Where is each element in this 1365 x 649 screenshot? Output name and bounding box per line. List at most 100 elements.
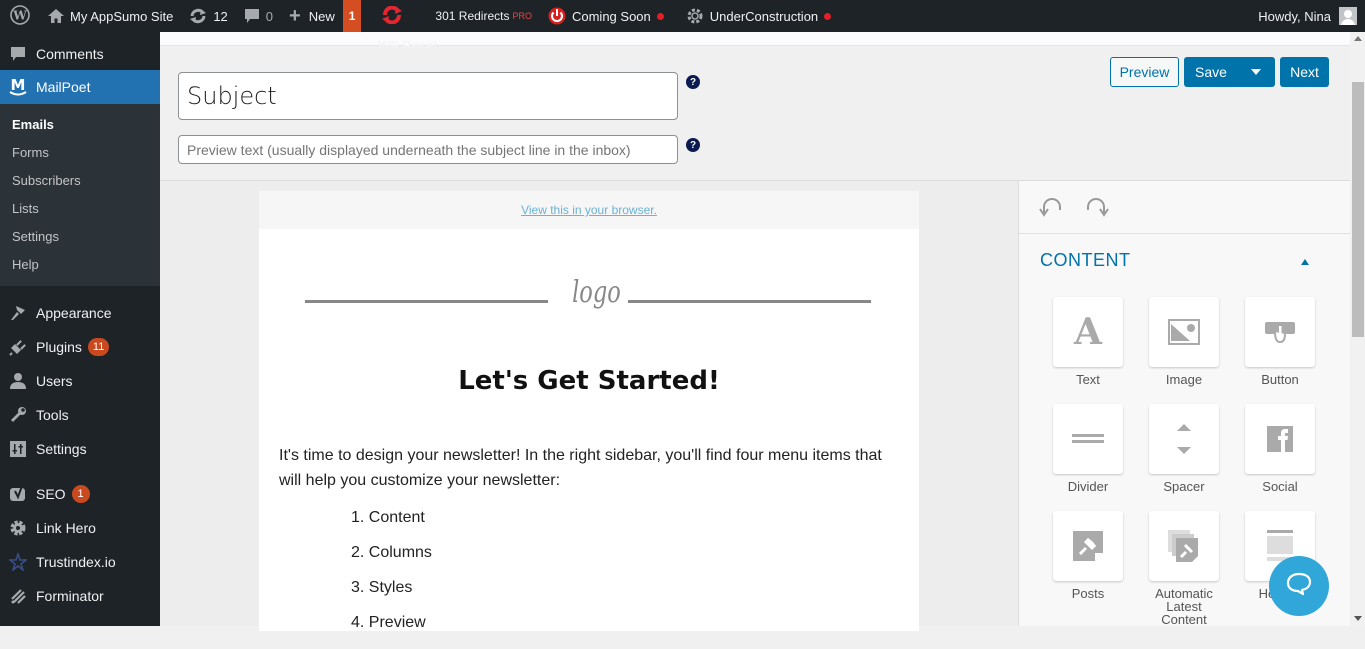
list-item: 1. Content [351, 509, 425, 526]
list-item: 3. Styles [351, 579, 413, 596]
facebook-icon [1245, 404, 1315, 474]
sidebar-item-comments[interactable]: Comments [0, 32, 160, 70]
sidebar-item-mailpoet[interactable]: M MailPoet [0, 70, 160, 104]
sync-icon [381, 5, 403, 27]
updates-link[interactable]: 12 [181, 0, 235, 32]
subject-input[interactable]: Subject [178, 72, 678, 120]
sidebar-item-label: Forminator [36, 588, 104, 604]
submenu-item-forms[interactable]: Forms [0, 138, 160, 166]
email-headline[interactable]: Let's Get Started! [259, 366, 919, 396]
scroll-down-icon[interactable] [1354, 616, 1362, 621]
sidebar-item-label: SEO [36, 486, 66, 502]
coming-soon-link[interactable]: Coming Soon [540, 0, 672, 32]
forminator-icon [8, 586, 28, 606]
sidebar-item-link-hero[interactable]: Link Hero [0, 511, 160, 545]
logo-block[interactable]: logo [259, 229, 919, 339]
sidebar-item-users[interactable]: Users [0, 364, 160, 398]
updates-icon [189, 8, 207, 24]
history-controls [1019, 181, 1350, 234]
save-button[interactable]: Save [1184, 57, 1275, 87]
sidebar-item-seo[interactable]: SEO 1 [0, 477, 160, 511]
coming-soon-label: Coming Soon [571, 8, 651, 24]
comments-link[interactable]: 0 [236, 0, 281, 32]
pro-badge: PRO [512, 11, 532, 21]
sidebar-item-label: MailPoet [36, 79, 91, 95]
view-in-browser-bar: View this in your browser. [259, 191, 919, 229]
updates-count: 12 [213, 8, 228, 24]
wordpress-icon: W [10, 4, 30, 28]
submenu-item-emails[interactable]: Emails [0, 110, 160, 138]
main-content: WP Reset Subject ? Preview text (usually… [160, 32, 1350, 631]
scroll-up-icon[interactable] [1354, 36, 1362, 41]
submenu-item-lists[interactable]: Lists [0, 194, 160, 222]
sidebar-item-plugins[interactable]: Plugins 11 [0, 330, 160, 364]
settings-icon [8, 439, 28, 459]
new-content-link[interactable]: + New [281, 0, 343, 32]
widget-label: Posts [1071, 586, 1105, 601]
widget-label: Image [1165, 372, 1203, 387]
widget-automatic-latest-content[interactable]: Automatic Latest Content [1148, 511, 1220, 626]
comments-count: 0 [265, 8, 274, 24]
wordpress-logo-button[interactable]: W [0, 0, 40, 32]
text-icon: A [1053, 297, 1123, 367]
preview-text-input[interactable]: Preview text (usually displayed undernea… [178, 135, 678, 164]
widget-posts[interactable]: Posts [1052, 511, 1124, 600]
help-chat-button[interactable] [1269, 556, 1329, 616]
sync-link[interactable] [361, 0, 421, 32]
view-in-browser-link[interactable]: View this in your browser. [521, 203, 657, 217]
content-section-header[interactable]: CONTENT [1019, 234, 1350, 286]
plugin-icon [8, 337, 28, 357]
redo-icon[interactable] [1085, 197, 1111, 218]
power-icon [548, 7, 566, 25]
sidebar-item-appearance[interactable]: Appearance [0, 296, 160, 330]
chat-bubble-icon [1286, 572, 1312, 601]
submenu-item-help[interactable]: Help [0, 250, 160, 278]
notification-count[interactable]: 1 [342, 0, 362, 32]
list-item: 2. Columns [351, 544, 432, 561]
widget-image[interactable]: Image [1148, 297, 1220, 386]
sidebar-item-trustindex[interactable]: Trustindex.io [0, 545, 160, 579]
plugins-update-badge: 11 [87, 338, 110, 356]
sidebar-item-label: Plugins [36, 339, 82, 355]
mailpoet-submenu: Emails Forms Subscribers Lists Settings … [0, 104, 160, 286]
redirects-label: 301 Redirects [435, 9, 510, 23]
chevron-down-icon[interactable] [1251, 69, 1261, 75]
content-section-title: CONTENT [1040, 250, 1131, 270]
widget-spacer[interactable]: Spacer [1148, 404, 1220, 493]
under-construction-link[interactable]: UnderConstruction [672, 0, 839, 32]
widget-label: Spacer [1163, 479, 1205, 494]
preview-help-icon[interactable]: ? [686, 138, 700, 152]
top-notice-strip: WP Reset [160, 32, 1350, 53]
email-intro-text[interactable]: It's time to design your newsletter! In … [279, 443, 899, 493]
widget-button[interactable]: Button [1244, 297, 1316, 386]
plus-icon: + [289, 4, 301, 27]
collapse-caret-icon[interactable] [1301, 259, 1309, 265]
site-name-link[interactable]: My AppSumo Site [40, 0, 181, 32]
undo-icon[interactable] [1039, 197, 1065, 218]
comment-icon [8, 44, 28, 64]
widget-divider[interactable]: Divider [1052, 404, 1124, 493]
my-account-link[interactable]: Howdy, Nina [1250, 0, 1365, 32]
preview-button[interactable]: Preview [1110, 57, 1179, 87]
widget-social[interactable]: Social [1244, 404, 1316, 493]
submenu-item-settings[interactable]: Settings [0, 222, 160, 250]
spacer-icon [1149, 404, 1219, 474]
newsletter-heading: Subject ? Preview text (usually displaye… [160, 47, 1350, 181]
svg-text:M: M [11, 77, 26, 94]
subject-help-icon[interactable]: ? [686, 75, 700, 89]
submenu-item-subscribers[interactable]: Subscribers [0, 166, 160, 194]
sidebar-item-label: Trustindex.io [36, 554, 116, 570]
new-label: New [308, 8, 335, 24]
widget-label: Text [1076, 372, 1100, 387]
widget-text[interactable]: A Text [1052, 297, 1124, 386]
next-button[interactable]: Next [1280, 57, 1329, 87]
scrollbar-thumb[interactable] [1352, 82, 1364, 337]
users-icon [8, 371, 28, 391]
email-canvas: View this in your browser. logo Let's Ge… [160, 181, 1018, 631]
pin-stack-icon [1149, 511, 1219, 581]
page-scrollbar[interactable] [1350, 32, 1365, 626]
redirects-link[interactable]: 301 Redirects PRO [421, 0, 540, 32]
sidebar-item-tools[interactable]: Tools [0, 398, 160, 432]
sidebar-item-forminator[interactable]: Forminator [0, 579, 160, 613]
sidebar-item-settings[interactable]: Settings [0, 432, 160, 466]
